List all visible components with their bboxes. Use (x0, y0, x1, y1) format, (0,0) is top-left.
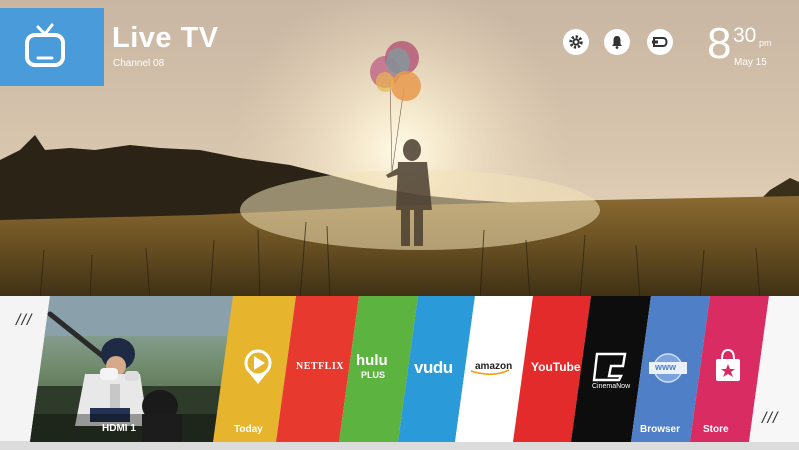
youtube-logo: YouTube (531, 360, 581, 374)
vudu-logo: vudu (414, 358, 453, 377)
cinemanow-logo: CinemaNow (592, 383, 631, 390)
youtube-logo-text: YouTube (531, 360, 581, 374)
www-logo: www (655, 362, 677, 372)
live-tv-home-screen: Live TV Channel 08 8 30 pm May 15 /// HD… (0, 0, 799, 450)
gear-icon (569, 35, 583, 49)
channel-number: Channel 08 (113, 58, 165, 69)
amazon-logo: amazon (475, 361, 513, 372)
live-tv-tile[interactable] (0, 8, 104, 86)
hdmi-input-label: HDMI 1 (102, 423, 136, 434)
browser-label: Browser (640, 424, 681, 435)
launcher-menu-right[interactable]: /// (762, 410, 778, 428)
netflix-logo: NETFLIX (296, 361, 344, 372)
input-source-icon (652, 37, 668, 47)
clock-minutes: 30 (733, 24, 757, 47)
hdmi-input-card[interactable] (30, 296, 240, 442)
hulu-plus-logo: PLUS (361, 370, 386, 380)
tv-icon (25, 23, 65, 67)
settings-button[interactable] (563, 29, 589, 55)
store-label: Store (703, 424, 729, 435)
clock-date: May 15 (734, 57, 767, 68)
input-source-button[interactable] (647, 29, 673, 55)
live-tv-title: Live TV (112, 22, 219, 54)
notifications-button[interactable] (604, 29, 630, 55)
clock-ampm: pm (759, 38, 772, 48)
bell-icon (612, 36, 622, 49)
clock-hour: 8 (707, 19, 732, 68)
today-label: Today (234, 424, 263, 435)
hulu-logo: hulu (356, 352, 388, 369)
